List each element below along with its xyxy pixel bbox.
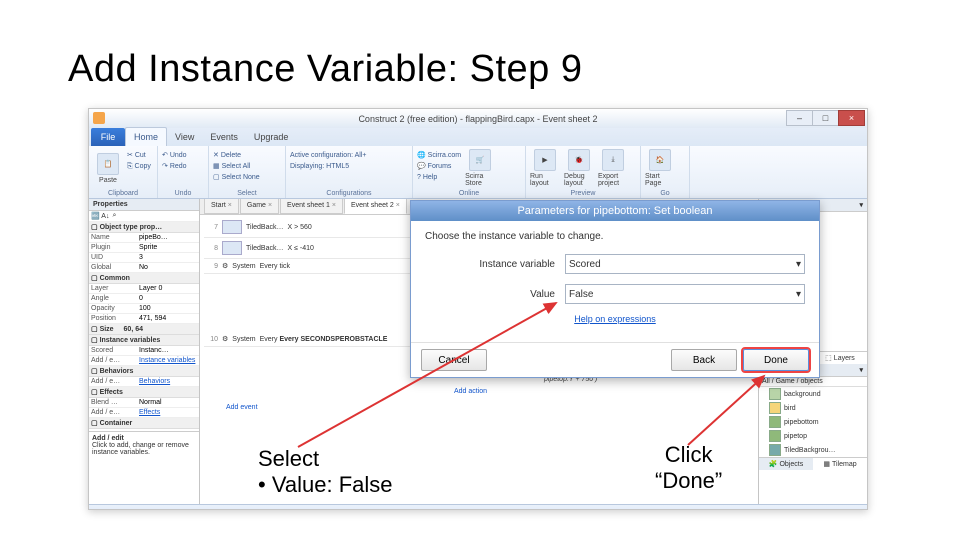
ribbon-tabs: File Home View Events Upgrade bbox=[89, 128, 867, 146]
window-titlebar: Construct 2 (free edition) - flappingBir… bbox=[89, 109, 867, 128]
undo-group-label: Undo bbox=[158, 190, 208, 197]
tab-upgrade[interactable]: Upgrade bbox=[246, 128, 297, 146]
chevron-down-icon: ▾ bbox=[796, 289, 801, 300]
paste-button[interactable]: 📋 Paste bbox=[93, 148, 123, 188]
close-icon[interactable]: × bbox=[228, 202, 232, 209]
set-boolean-dialog: Parameters for pipebottom: Set boolean C… bbox=[410, 200, 820, 378]
status-events: Events: 10 bbox=[262, 510, 340, 511]
value-select[interactable]: False ▾ bbox=[565, 284, 805, 304]
tab-evsheet1[interactable]: Event sheet 1× bbox=[280, 199, 343, 214]
copy-button[interactable]: ⎘ Copy bbox=[127, 161, 151, 172]
select-all-button[interactable]: ▦ Select All bbox=[213, 161, 260, 172]
start-page-button[interactable]: 🏠Start Page bbox=[645, 148, 675, 188]
export-project-button[interactable]: ⤓Export project bbox=[598, 148, 628, 188]
select-group-label: Select bbox=[209, 190, 285, 197]
go-group-label: Go bbox=[641, 190, 689, 197]
status-mouse: Mouse: (70.5, 162.2, 0) bbox=[490, 510, 613, 511]
store-button[interactable]: 🛒 Scirra Store bbox=[465, 148, 495, 188]
instance-variable-select[interactable]: Scored ▾ bbox=[565, 254, 805, 274]
file-tab[interactable]: File bbox=[91, 128, 125, 146]
add-event-link[interactable]: Add event bbox=[204, 398, 754, 411]
store-icon: 🛒 bbox=[469, 149, 491, 171]
chevron-down-icon: ▾ bbox=[796, 259, 801, 270]
minimize-button[interactable]: – bbox=[786, 110, 813, 126]
undo-button[interactable]: ↶ Undo bbox=[162, 150, 187, 161]
tab-objects[interactable]: 🧩 Objects bbox=[759, 458, 813, 470]
select-none-button[interactable]: ▢ Select None bbox=[213, 172, 260, 183]
help-expressions-link[interactable]: Help on expressions bbox=[574, 314, 656, 324]
slide-title: Add Instance Variable: Step 9 bbox=[68, 48, 582, 91]
active-config[interactable]: Active configuration: All+ bbox=[290, 150, 366, 161]
help-link[interactable]: ? Help bbox=[417, 172, 461, 183]
annotation-click: Click “Done” bbox=[655, 442, 722, 494]
cancel-button[interactable]: Cancel bbox=[421, 349, 487, 371]
play-icon: ▶ bbox=[534, 149, 556, 171]
tab-layers[interactable]: ⬚ Layers bbox=[813, 352, 867, 364]
scirra-link[interactable]: 🌐 Scirra.com bbox=[417, 150, 461, 161]
done-button[interactable]: Done bbox=[743, 349, 809, 371]
close-button[interactable]: × bbox=[838, 110, 865, 126]
run-layout-button[interactable]: ▶Run layout bbox=[530, 148, 560, 188]
back-button[interactable]: Back bbox=[671, 349, 737, 371]
config-group-label: Configurations bbox=[286, 190, 412, 197]
debug-layout-button[interactable]: 🐞Debug layout bbox=[564, 148, 594, 188]
annotation-select: Select • Value: False bbox=[258, 446, 392, 498]
export-icon: ⤓ bbox=[602, 149, 624, 171]
redo-button[interactable]: ↷ Redo bbox=[162, 161, 187, 172]
obj-icon bbox=[222, 220, 242, 234]
delete-button[interactable]: ✕ Delete bbox=[213, 150, 260, 161]
prop-name[interactable]: NamepipeBo… bbox=[89, 233, 199, 243]
status-bar: Ready Events: 10 Active layer: 0 Mouse: … bbox=[89, 504, 867, 510]
help-box: Add / edit Click to add, change or remov… bbox=[89, 431, 199, 459]
online-group-label: Online bbox=[413, 190, 525, 197]
tab-home[interactable]: Home bbox=[125, 127, 167, 146]
obj-type-section[interactable]: ▢ Object type prop… bbox=[89, 222, 199, 233]
ribbon-body: 📋 Paste ✂ Cut ⎘ Copy Clipboard ↶ Undo ↷ … bbox=[89, 146, 867, 199]
value-label: Value bbox=[425, 289, 565, 300]
status-ready: Ready bbox=[89, 510, 152, 511]
instance-variable-label: Instance variable bbox=[425, 259, 565, 270]
obj-background[interactable]: background bbox=[759, 387, 867, 401]
dialog-title: Parameters for pipebottom: Set boolean bbox=[411, 201, 819, 221]
paste-icon: 📋 bbox=[97, 153, 119, 175]
tab-tilemap[interactable]: ▦ Tilemap bbox=[813, 458, 867, 470]
home-icon: 🏠 bbox=[649, 149, 671, 171]
tab-game[interactable]: Game× bbox=[240, 199, 279, 214]
search-icon[interactable]: ⌕ bbox=[112, 212, 116, 220]
tab-events[interactable]: Events bbox=[202, 128, 246, 146]
properties-title: Properties bbox=[89, 199, 199, 211]
status-zoom: Zoom: 81% bbox=[786, 510, 867, 511]
object-filter[interactable]: All / Game / objects bbox=[759, 377, 867, 387]
maximize-button[interactable]: □ bbox=[812, 110, 839, 126]
properties-panel: Properties 🔤 A↓ ⌕ ▢ Object type prop… Na… bbox=[89, 199, 200, 504]
common-section[interactable]: ▢ Common bbox=[89, 273, 199, 284]
tab-view[interactable]: View bbox=[167, 128, 202, 146]
tab-start[interactable]: Start× bbox=[204, 199, 239, 214]
displaying-platform: Displaying: HTML5 bbox=[290, 161, 366, 172]
instance-vars-section[interactable]: ▢ Instance variables bbox=[89, 335, 199, 346]
clipboard-group-label: Clipboard bbox=[89, 190, 157, 197]
gear-icon: ⚙ bbox=[222, 262, 228, 270]
status-layer: Active layer: 0 bbox=[400, 510, 490, 511]
preview-group-label: Preview bbox=[526, 190, 640, 197]
bug-icon: 🐞 bbox=[568, 149, 590, 171]
add-action-link[interactable]: Add action bbox=[454, 386, 754, 398]
dialog-instruction: Choose the instance variable to change. bbox=[425, 231, 805, 242]
cut-button[interactable]: ✂ Cut bbox=[127, 150, 151, 161]
gear-icon: ⚙ bbox=[222, 335, 228, 343]
panel-menu-icon[interactable]: ▾ bbox=[859, 201, 863, 209]
window-title: Construct 2 (free edition) - flappingBir… bbox=[358, 114, 597, 124]
tab-evsheet2[interactable]: Event sheet 2× bbox=[344, 199, 407, 214]
app-icon bbox=[92, 111, 106, 125]
forums-link[interactable]: 💬 Forums bbox=[417, 161, 461, 172]
